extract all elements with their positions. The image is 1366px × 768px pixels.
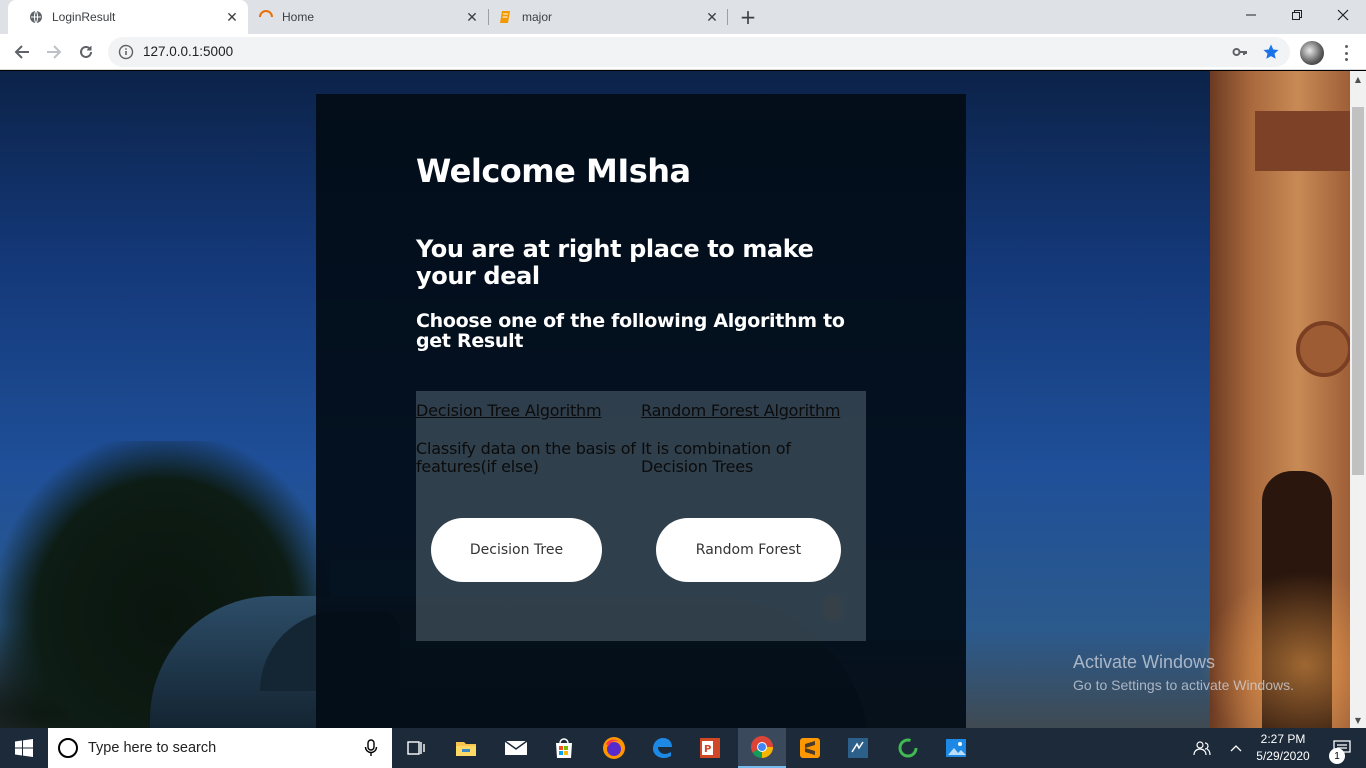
windows-taskbar: Type here to search P 2:27 PM 5/29/2020 … [0,728,1366,768]
activation-watermark-subtitle: Go to Settings to activate Windows. [1073,677,1294,693]
subtitle-heading: You are at right place to make your deal [416,235,814,290]
browser-toolbar: 127.0.0.1:5000 [0,34,1366,70]
start-button[interactable] [0,728,48,768]
people-icon[interactable] [1188,728,1216,768]
chrome-icon[interactable] [738,728,786,768]
background-arch-top [1255,111,1350,171]
svg-text:P: P [704,744,711,755]
close-tab-icon[interactable]: ✕ [704,9,720,25]
sublime-text-icon[interactable] [786,728,834,768]
profile-avatar[interactable] [1300,41,1324,65]
page-viewport: Welcome MIsha You are at right place to … [0,71,1350,728]
key-icon[interactable] [1232,44,1248,60]
background-arch-glow [1200,571,1350,728]
welcome-heading: Welcome MIsha [416,152,691,190]
edge-icon[interactable] [638,728,686,768]
address-bar[interactable]: 127.0.0.1:5000 [108,37,1290,67]
scroll-down-arrow-icon[interactable]: ▼ [1350,712,1366,728]
menu-kebab-icon[interactable] [1336,43,1356,63]
background-arch-ring [1296,321,1350,377]
system-clock[interactable]: 2:27 PM 5/29/2020 [1250,731,1316,765]
tab-title: LoginResult [52,10,116,24]
page-scrollbar[interactable]: ▲ ▼ [1350,71,1366,728]
bookmark-star-icon[interactable] [1262,43,1280,61]
chevron-up-icon[interactable] [1224,728,1248,768]
document-icon [498,9,514,25]
notification-badge: 1 [1329,748,1345,764]
microphone-icon[interactable] [364,739,378,757]
new-tab-button[interactable]: + [736,5,760,29]
search-placeholder: Type here to search [88,740,217,756]
close-tab-icon[interactable]: ✕ [464,9,480,25]
forward-button[interactable] [40,38,68,66]
minimize-button[interactable] [1228,0,1274,30]
tab-strip: LoginResult ✕ Home ✕ major ✕ + [0,0,1366,34]
circle-app-icon[interactable] [884,728,932,768]
info-icon[interactable] [118,44,134,60]
close-tab-icon[interactable]: ✕ [224,9,240,25]
content-panel: Welcome MIsha You are at right place to … [316,94,966,728]
decision-tree-description: Classify data on the basis of features(i… [416,439,636,476]
random-forest-description: It is combination of Decision Trees [641,439,791,476]
reload-icon [80,45,92,58]
tab-home[interactable]: Home ✕ [248,0,488,34]
tab-title: Home [282,10,315,24]
restore-button[interactable] [1274,0,1320,30]
scroll-up-arrow-icon[interactable]: ▲ [1350,71,1366,87]
back-button[interactable] [8,38,36,66]
tab-title: major [522,10,553,24]
random-forest-link[interactable]: Random Forest Algorithm [641,401,840,420]
decision-tree-link[interactable]: Decision Tree Algorithm [416,401,602,420]
back-arrow-icon [14,45,29,59]
algorithm-box: Decision Tree Algorithm Random Forest Al… [416,391,866,641]
file-explorer-icon[interactable] [442,728,490,768]
close-window-button[interactable] [1320,0,1366,30]
tab-major[interactable]: major ✕ [488,0,728,34]
firefox-icon[interactable] [590,728,638,768]
vscode-icon[interactable] [834,728,882,768]
minimize-icon [1246,14,1256,16]
clock-time: 2:27 PM [1260,732,1306,746]
powerpoint-icon[interactable]: P [686,728,734,768]
forward-arrow-icon [47,45,62,59]
reload-button[interactable] [72,38,100,66]
taskbar-search[interactable]: Type here to search [48,728,392,768]
loading-spinner-icon [258,9,274,25]
activation-watermark-title: Activate Windows [1073,652,1216,672]
choose-heading: Choose one of the following Algorithm to… [416,310,845,352]
random-forest-button[interactable]: Random Forest [656,518,841,582]
globe-icon [28,9,44,25]
decision-tree-button[interactable]: Decision Tree [431,518,602,582]
task-view-icon[interactable] [392,728,440,768]
restore-icon [1292,10,1302,20]
scroll-thumb[interactable] [1352,107,1364,475]
cortana-icon [58,738,78,758]
store-icon[interactable] [540,728,588,768]
url-text: 127.0.0.1:5000 [143,44,234,59]
tab-loginresult[interactable]: LoginResult ✕ [8,0,248,34]
close-icon [1337,9,1349,21]
tab-separator [727,9,728,25]
clock-date: 5/29/2020 [1256,749,1310,763]
mail-icon[interactable] [492,728,540,768]
windows-logo-icon [15,739,33,757]
photos-icon[interactable] [932,728,980,768]
